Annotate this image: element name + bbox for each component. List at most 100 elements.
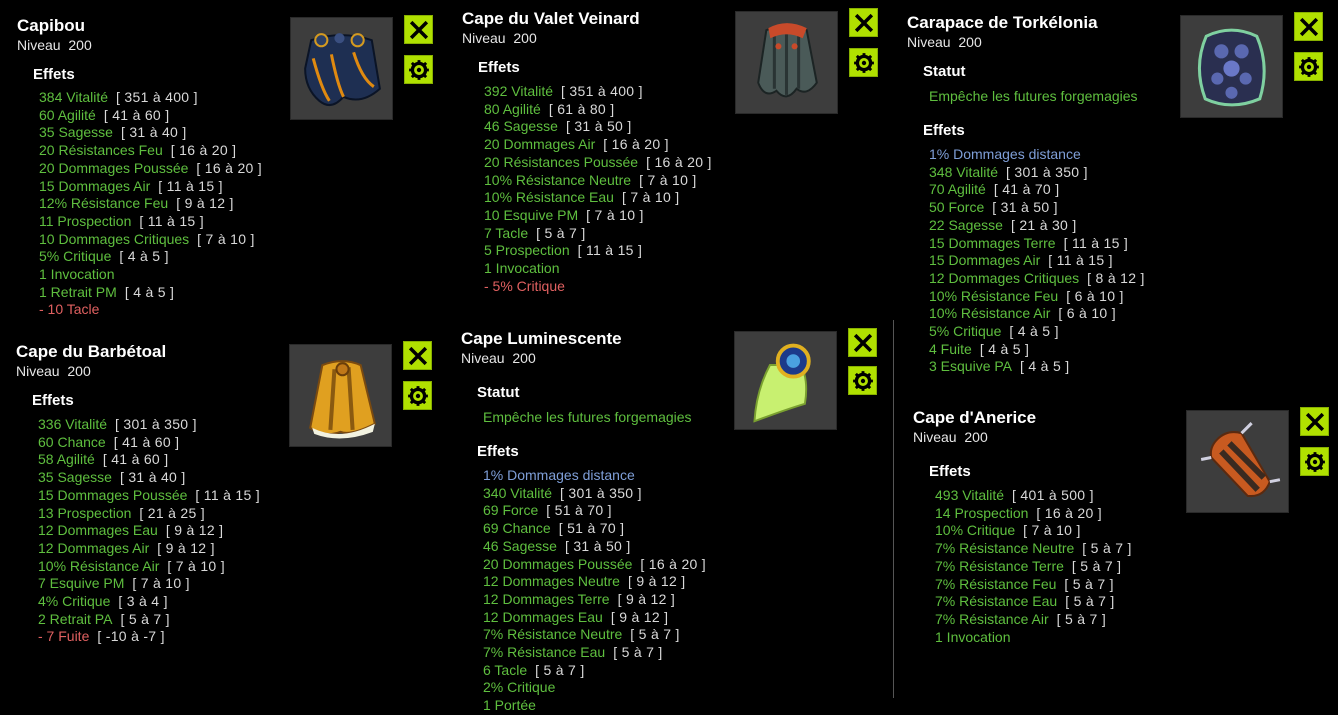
effect-line: 7% Résistance Neutre [ 5 à 7 ] [483, 626, 881, 644]
close-button[interactable] [1294, 12, 1323, 41]
effect-line: 69 Chance [ 51 à 70 ] [483, 520, 881, 538]
effect-value: 1 Portée [483, 697, 536, 714]
effect-value: 10 Esquive PM [484, 206, 579, 223]
effect-value: 4% Critique [38, 593, 111, 610]
close-button[interactable] [849, 8, 878, 37]
effect-value: 15 Dommages Air [39, 177, 151, 194]
anerice-cloak-icon[interactable] [1186, 410, 1289, 513]
effect-line: 7% Résistance Air [ 5 à 7 ] [935, 611, 1333, 629]
close-button[interactable] [848, 328, 877, 357]
settings-button[interactable] [848, 366, 877, 395]
settings-button[interactable] [403, 381, 432, 410]
effect-range: [ 7 à 10 ] [197, 230, 255, 247]
effect-range: [ 11 à 15 ] [158, 177, 223, 194]
effect-range: [ 7 à 10 ] [167, 557, 225, 574]
effect-line: 12 Dommages Neutre [ 9 à 12 ] [483, 573, 881, 591]
effect-value: 35 Sagesse [39, 124, 113, 141]
effect-line: 20 Dommages Poussée [ 16 à 20 ] [39, 160, 437, 178]
item-card-valet-veinard: Cape du Valet Veinard Niveau 200 Effets … [462, 9, 722, 295]
effect-range: [ 4 à 5 ] [119, 248, 169, 265]
effect-value: 15 Dommages Poussée [38, 486, 188, 503]
effect-range: [ 5 à 7 ] [1082, 540, 1132, 557]
effect-line: 58 Agilité [ 41 à 60 ] [38, 451, 436, 469]
settings-button[interactable] [404, 55, 433, 84]
effect-line: 10 Dommages Critiques [ 7 à 10 ] [39, 231, 437, 249]
effect-value: 60 Agilité [39, 106, 96, 123]
effect-line: - 10 Tacle [39, 301, 437, 319]
effect-range: [ 5 à 7 ] [1071, 557, 1122, 574]
effect-line: 35 Sagesse [ 31 à 40 ] [38, 469, 436, 487]
effect-value: 7 Esquive PM [38, 575, 125, 592]
effect-value: - 5% Critique [484, 277, 565, 294]
effect-range: [ 7 à 10 ] [621, 189, 680, 206]
effect-range: [ 41 à 60 ] [103, 106, 170, 123]
effect-range: [ 16 à 20 ] [170, 142, 237, 159]
effect-range: [ 4 à 5 ] [979, 340, 1030, 357]
effect-value: 10% Résistance Neutre [484, 171, 632, 188]
effect-range: [ 31 à 40 ] [120, 124, 187, 141]
settings-button[interactable] [1294, 52, 1323, 81]
effect-line: 46 Sagesse [ 31 à 50 ] [484, 118, 722, 136]
effect-range: [ 16 à 20 ] [196, 159, 262, 176]
effect-value: 384 Vitalité [39, 89, 109, 105]
effect-value: 20 Dommages Poussée [39, 159, 189, 176]
gear-icon [407, 385, 428, 406]
effect-value: 60 Chance [38, 433, 106, 450]
close-button[interactable] [404, 15, 433, 44]
effect-range: [ 4 à 5 ] [1009, 323, 1059, 340]
effect-line: 10% Résistance Air [ 6 à 10 ] [929, 305, 1327, 323]
capibou-cloak-icon[interactable] [290, 17, 393, 120]
effect-value: 1% Dommages distance [929, 146, 1081, 162]
effect-line: 4% Critique [ 3 à 4 ] [38, 593, 436, 611]
effect-range: [ 5 à 7 ] [613, 644, 663, 661]
effect-line: 46 Sagesse [ 31 à 50 ] [483, 538, 881, 556]
effect-line: 50 Force [ 31 à 50 ] [929, 199, 1327, 217]
effect-line: 1 Invocation [39, 266, 437, 284]
effect-range: [ 401 à 500 ] [1012, 487, 1094, 503]
effect-range: [ 5 à 7 ] [1064, 575, 1114, 592]
effect-range: [ 16 à 20 ] [1036, 504, 1102, 521]
effect-line: 15 Dommages Air [ 11 à 15 ] [929, 252, 1327, 270]
effect-range: [ 5 à 7 ] [536, 224, 586, 241]
effect-line: 5 Prospection [ 11 à 15 ] [484, 242, 722, 260]
effect-range: [ 4 à 5 ] [1020, 358, 1070, 375]
effect-line: 7% Résistance Feu [ 5 à 7 ] [935, 576, 1333, 594]
effects-list: 1% Dommages distance 348 Vitalité [ 301 à … [929, 146, 1327, 376]
effect-value: 7% Résistance Air [935, 610, 1049, 627]
effect-range: [ 11 à 15 ] [1063, 234, 1129, 251]
effect-value: 493 Vitalité [935, 487, 1005, 503]
effect-value: 7 Tacle [484, 224, 529, 241]
effect-value: 340 Vitalité [483, 484, 553, 501]
effect-range: [ 61 à 80 ] [548, 100, 615, 117]
effect-value: 5% Critique [929, 323, 1002, 340]
effect-value: 69 Chance [483, 520, 551, 537]
effect-line: 20 Résistances Feu [ 16 à 20 ] [39, 142, 437, 160]
effects-heading: Effets [477, 443, 519, 460]
effect-range: [ 11 à 15 ] [139, 212, 204, 229]
effect-line: 10 Esquive PM [ 7 à 10 ] [484, 207, 722, 225]
effect-value: 1 Invocation [935, 628, 1011, 645]
effect-line: 2 Retrait PA [ 5 à 7 ] [38, 611, 436, 629]
item-level: Niveau 200 [462, 30, 537, 46]
close-button[interactable] [1300, 407, 1329, 436]
effect-value: 20 Résistances Poussée [484, 153, 639, 170]
effect-line: 10% Résistance Air [ 7 à 10 ] [38, 558, 436, 576]
effect-line: 1% Dommages distance [483, 467, 881, 485]
effect-range: [ 7 à 10 ] [586, 206, 644, 223]
torkelonia-shell-icon[interactable] [1180, 15, 1283, 118]
valet-cloak-icon[interactable] [735, 11, 838, 114]
effect-value: - 10 Tacle [39, 301, 100, 318]
effect-line: 70 Agilité [ 41 à 70 ] [929, 181, 1327, 199]
luminescent-cloak-icon[interactable] [734, 331, 837, 430]
effect-value: 11 Prospection [39, 212, 132, 229]
effect-range: [ 301 à 350 ] [115, 416, 197, 432]
effect-range: [ 31 à 40 ] [119, 469, 186, 486]
effect-value: 1 Retrait PM [39, 283, 117, 300]
settings-button[interactable] [1300, 447, 1329, 476]
barbetoal-cloak-icon[interactable] [289, 344, 392, 447]
effect-value: 80 Agilité [484, 100, 541, 117]
effect-line: 35 Sagesse [ 31 à 40 ] [39, 124, 437, 142]
effect-value: 10% Résistance Eau [484, 189, 614, 206]
settings-button[interactable] [849, 48, 878, 77]
close-button[interactable] [403, 341, 432, 370]
